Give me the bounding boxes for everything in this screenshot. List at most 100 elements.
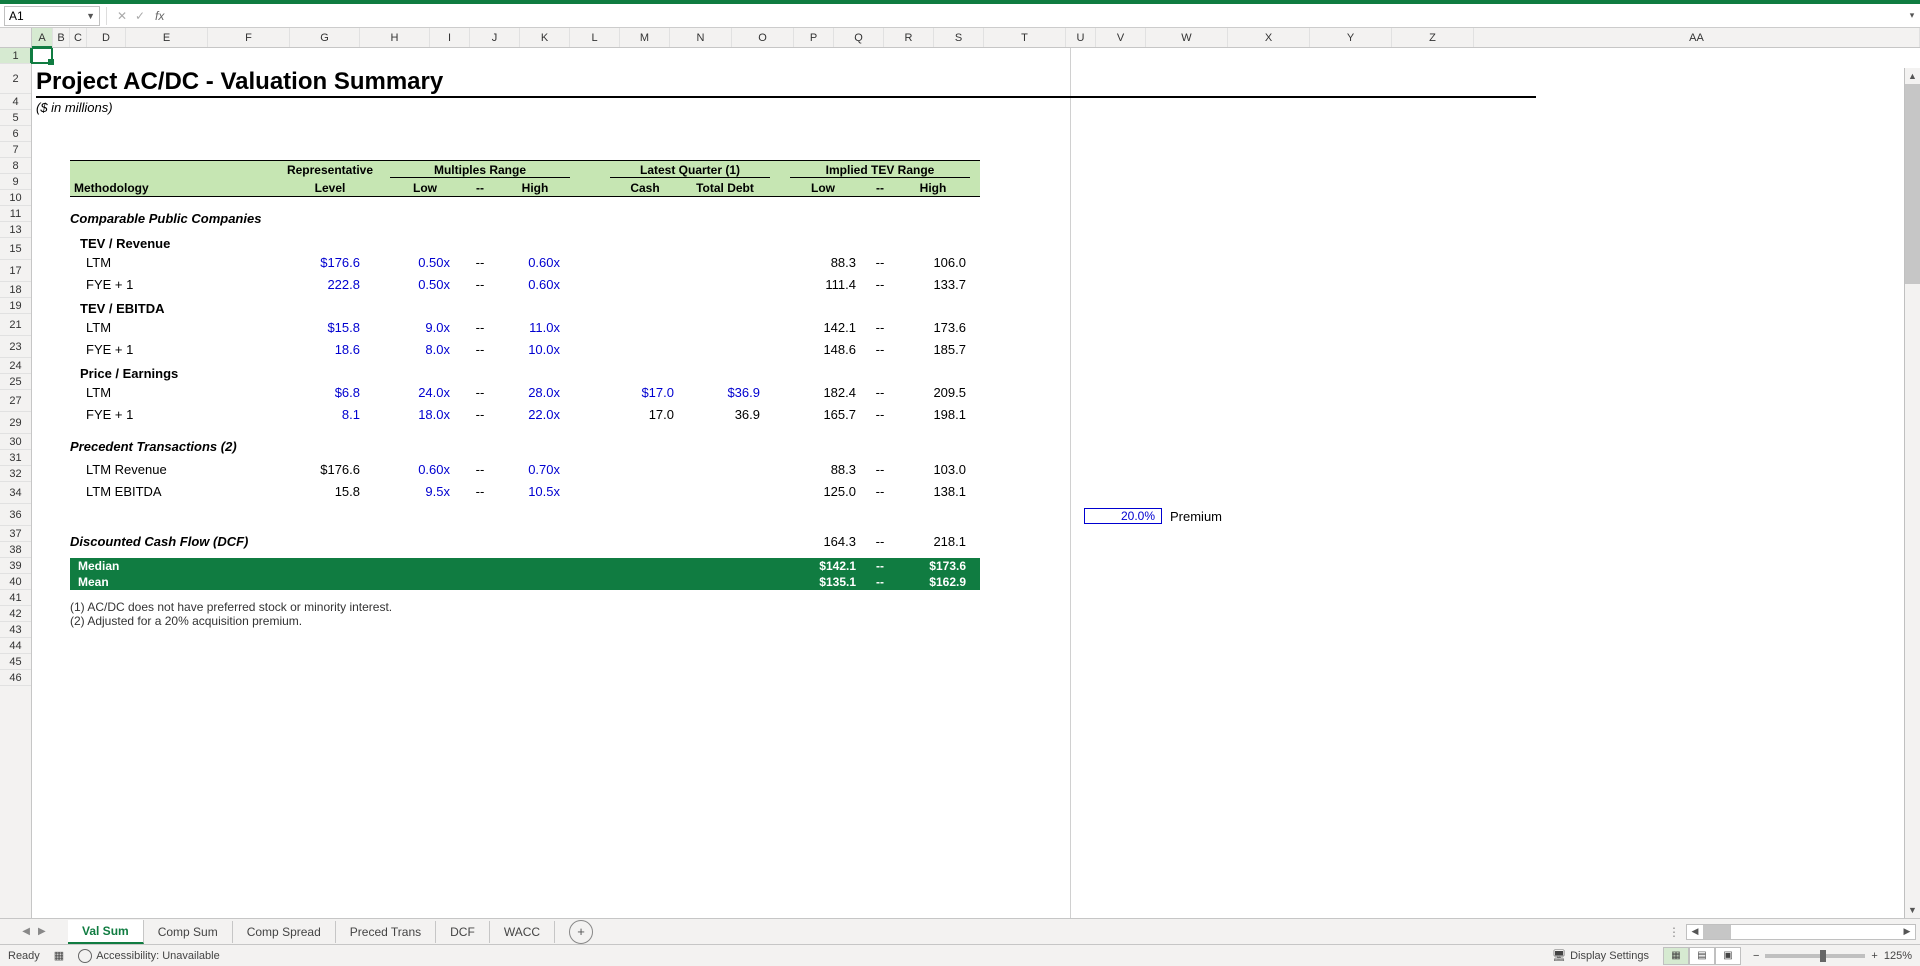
confirm-icon[interactable]: ✓ bbox=[131, 7, 149, 25]
col-header-I[interactable]: I bbox=[430, 28, 470, 47]
hscroll-thumb[interactable] bbox=[1703, 925, 1731, 939]
cancel-icon[interactable]: ✕ bbox=[113, 7, 131, 25]
row-header-13[interactable]: 13 bbox=[0, 222, 31, 238]
sheet-tab-comp-sum[interactable]: Comp Sum bbox=[144, 921, 233, 943]
cells-area[interactable]: Project AC/DC - Valuation Summary ($ in … bbox=[32, 48, 1920, 918]
row-header-1[interactable]: 1 bbox=[0, 48, 31, 64]
row-header-2[interactable]: 2 bbox=[0, 64, 31, 94]
zoom-slider[interactable] bbox=[1765, 954, 1865, 958]
row-header-8[interactable]: 8 bbox=[0, 158, 31, 174]
premium-input[interactable]: 20.0% bbox=[1084, 508, 1162, 524]
select-all-corner[interactable] bbox=[0, 28, 32, 47]
row-header-40[interactable]: 40 bbox=[0, 574, 31, 590]
formula-expand-icon[interactable]: ▾ bbox=[1904, 10, 1920, 21]
row-header-36[interactable]: 36 bbox=[0, 504, 31, 526]
row-header-23[interactable]: 23 bbox=[0, 336, 31, 358]
row-header-18[interactable]: 18 bbox=[0, 282, 31, 298]
row-header-37[interactable]: 37 bbox=[0, 526, 31, 542]
col-header-C[interactable]: C bbox=[70, 28, 87, 47]
zoom-out-icon[interactable]: − bbox=[1753, 950, 1759, 962]
col-header-Z[interactable]: Z bbox=[1392, 28, 1474, 47]
row-header-44[interactable]: 44 bbox=[0, 638, 31, 654]
col-header-J[interactable]: J bbox=[470, 28, 520, 47]
row-header-24[interactable]: 24 bbox=[0, 358, 31, 374]
row-header-21[interactable]: 21 bbox=[0, 314, 31, 336]
col-header-Q[interactable]: Q bbox=[834, 28, 884, 47]
row-header-39[interactable]: 39 bbox=[0, 558, 31, 574]
row-header-17[interactable]: 17 bbox=[0, 260, 31, 282]
horizontal-scrollbar[interactable]: ◀ ▶ bbox=[1686, 924, 1916, 940]
scroll-left-icon[interactable]: ◀ bbox=[1687, 926, 1703, 937]
row-header-30[interactable]: 30 bbox=[0, 434, 31, 450]
view-normal-button[interactable]: ▦ bbox=[1663, 947, 1689, 965]
status-accessibility[interactable]: Accessibility: Unavailable bbox=[78, 949, 220, 963]
row-header-9[interactable]: 9 bbox=[0, 174, 31, 190]
row-header-10[interactable]: 10 bbox=[0, 190, 31, 206]
view-page-break-button[interactable]: ▣ bbox=[1715, 947, 1741, 965]
col-header-P[interactable]: P bbox=[794, 28, 834, 47]
row-header-5[interactable]: 5 bbox=[0, 110, 31, 126]
formula-input[interactable] bbox=[170, 6, 1904, 26]
row-header-46[interactable]: 46 bbox=[0, 670, 31, 686]
col-header-R[interactable]: R bbox=[884, 28, 934, 47]
col-header-G[interactable]: G bbox=[290, 28, 360, 47]
col-header-L[interactable]: L bbox=[570, 28, 620, 47]
col-header-S[interactable]: S bbox=[934, 28, 984, 47]
row-header-43[interactable]: 43 bbox=[0, 622, 31, 638]
display-settings-button[interactable]: 🖥 Display Settings bbox=[1552, 949, 1649, 962]
col-header-H[interactable]: H bbox=[360, 28, 430, 47]
row-header-31[interactable]: 31 bbox=[0, 450, 31, 466]
row-header-34[interactable]: 34 bbox=[0, 482, 31, 504]
scroll-thumb[interactable] bbox=[1905, 84, 1920, 284]
status-macro-icon[interactable]: ▦ bbox=[54, 949, 64, 962]
col-header-D[interactable]: D bbox=[87, 28, 126, 47]
row-header-45[interactable]: 45 bbox=[0, 654, 31, 670]
col-header-E[interactable]: E bbox=[126, 28, 208, 47]
col-header-M[interactable]: M bbox=[620, 28, 670, 47]
col-header-V[interactable]: V bbox=[1096, 28, 1146, 47]
row-header-42[interactable]: 42 bbox=[0, 606, 31, 622]
col-header-Y[interactable]: Y bbox=[1310, 28, 1392, 47]
row-header-41[interactable]: 41 bbox=[0, 590, 31, 606]
name-box[interactable]: A1 ▼ bbox=[4, 6, 100, 26]
hscroll-track[interactable] bbox=[1703, 925, 1899, 939]
tab-next-icon[interactable]: ▶ bbox=[38, 926, 46, 937]
tab-nav[interactable]: ◀ ▶ bbox=[0, 926, 68, 937]
scroll-right-icon[interactable]: ▶ bbox=[1899, 926, 1915, 937]
sheet-tab-val-sum[interactable]: Val Sum bbox=[68, 920, 144, 944]
col-header-U[interactable]: U bbox=[1066, 28, 1096, 47]
scroll-down-icon[interactable]: ▼ bbox=[1905, 902, 1920, 918]
col-header-B[interactable]: B bbox=[53, 28, 70, 47]
col-header-W[interactable]: W bbox=[1146, 28, 1228, 47]
zoom-thumb[interactable] bbox=[1820, 950, 1826, 962]
zoom-control[interactable]: − + 125% bbox=[1753, 950, 1912, 962]
zoom-level[interactable]: 125% bbox=[1884, 950, 1912, 962]
row-header-25[interactable]: 25 bbox=[0, 374, 31, 390]
row-header-27[interactable]: 27 bbox=[0, 390, 31, 412]
name-box-dropdown-icon[interactable]: ▼ bbox=[86, 11, 95, 21]
scroll-track[interactable] bbox=[1905, 84, 1920, 902]
row-header-6[interactable]: 6 bbox=[0, 126, 31, 142]
row-header-19[interactable]: 19 bbox=[0, 298, 31, 314]
tab-prev-icon[interactable]: ◀ bbox=[22, 926, 30, 937]
col-header-T[interactable]: T bbox=[984, 28, 1066, 47]
zoom-in-icon[interactable]: + bbox=[1871, 950, 1877, 962]
sheet-tab-wacc[interactable]: WACC bbox=[490, 921, 555, 943]
col-header-X[interactable]: X bbox=[1228, 28, 1310, 47]
fx-icon[interactable]: fx bbox=[155, 9, 164, 23]
sheet-tab-preced-trans[interactable]: Preced Trans bbox=[336, 921, 436, 943]
row-header-7[interactable]: 7 bbox=[0, 142, 31, 158]
col-header-N[interactable]: N bbox=[670, 28, 732, 47]
col-header-F[interactable]: F bbox=[208, 28, 290, 47]
row-header-38[interactable]: 38 bbox=[0, 542, 31, 558]
sheet-tab-comp-spread[interactable]: Comp Spread bbox=[233, 921, 336, 943]
col-header-AA[interactable]: AA bbox=[1474, 28, 1920, 47]
row-header-15[interactable]: 15 bbox=[0, 238, 31, 260]
sheet-tab-dcf[interactable]: DCF bbox=[436, 921, 490, 943]
view-page-layout-button[interactable]: ▤ bbox=[1689, 947, 1715, 965]
col-header-K[interactable]: K bbox=[520, 28, 570, 47]
row-header-11[interactable]: 11 bbox=[0, 206, 31, 222]
scroll-up-icon[interactable]: ▲ bbox=[1905, 68, 1920, 84]
row-header-32[interactable]: 32 bbox=[0, 466, 31, 482]
col-header-O[interactable]: O bbox=[732, 28, 794, 47]
